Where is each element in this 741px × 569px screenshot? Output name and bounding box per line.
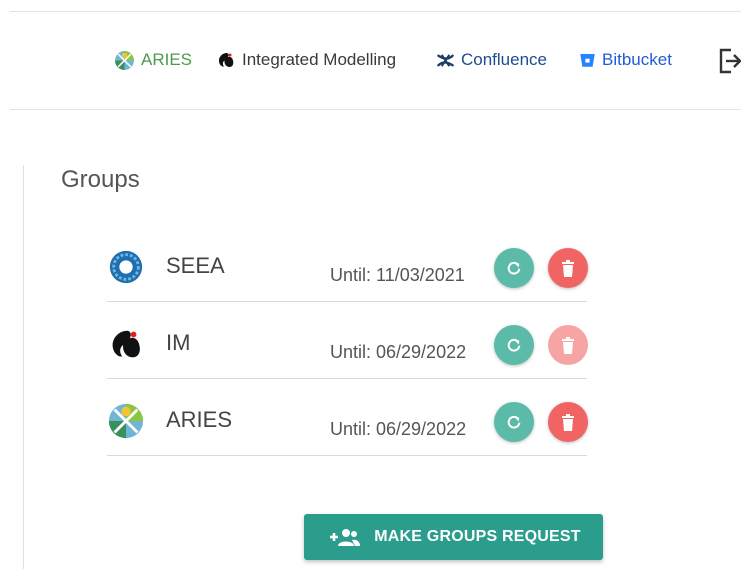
refresh-icon	[507, 415, 521, 429]
logout-button[interactable]	[718, 48, 741, 74]
nav-link-label: Confluence	[461, 50, 548, 69]
nav-divider	[10, 109, 741, 110]
im-logo-icon	[218, 53, 234, 67]
nav-link-aries[interactable]: ARIES	[114, 46, 192, 74]
nav-link-confluence[interactable]: Confluence	[436, 46, 547, 74]
group-row-seea: SEEA Until: 11/03/2021	[107, 224, 588, 302]
renew-button[interactable]	[494, 325, 534, 365]
group-name: ARIES	[166, 407, 233, 432]
group-row-aries: ARIES Until: 06/29/2022	[107, 378, 588, 456]
make-groups-request-button[interactable]: MAKE GROUPS REQUEST	[304, 514, 603, 560]
nav-link-label: Bitbucket	[602, 50, 672, 69]
trash-icon	[562, 413, 574, 431]
nav-link-bitbucket[interactable]: Bitbucket	[579, 46, 672, 74]
group-row-im: IM Until: 06/29/2022	[107, 301, 588, 379]
nav-link-integrated-modelling[interactable]: Integrated Modelling	[216, 46, 396, 74]
im-logo-icon	[112, 330, 140, 358]
nav-link-label: ARIES	[141, 50, 193, 69]
page-title: Groups	[61, 166, 140, 193]
aries-logo-icon	[115, 50, 134, 70]
seea-logo-icon	[109, 250, 143, 284]
bitbucket-icon	[580, 54, 595, 67]
group-until-date: Until: 11/03/2021	[330, 265, 465, 285]
top-nav: ARIES Integrated Modelling Confluence Bi…	[0, 46, 741, 74]
trash-icon	[562, 336, 574, 354]
renew-button[interactable]	[494, 248, 534, 288]
aries-logo-icon	[108, 403, 144, 439]
logout-icon	[719, 48, 741, 74]
content-border	[23, 165, 24, 569]
refresh-icon	[507, 338, 521, 352]
group-name: SEEA	[166, 253, 225, 278]
trash-icon	[562, 259, 574, 277]
confluence-icon	[437, 53, 454, 67]
group-name: IM	[166, 330, 191, 355]
nav-link-label: Integrated Modelling	[242, 50, 397, 69]
delete-button[interactable]	[548, 402, 588, 442]
top-divider	[10, 11, 741, 12]
request-button-label: MAKE GROUPS REQUEST	[374, 528, 581, 545]
renew-button[interactable]	[494, 402, 534, 442]
delete-button[interactable]	[548, 248, 588, 288]
delete-button-disabled	[548, 325, 588, 365]
refresh-icon	[507, 261, 521, 275]
group-until-date: Until: 06/29/2022	[330, 342, 467, 362]
group-until-date: Until: 06/29/2022	[330, 419, 467, 439]
add-group-icon	[330, 529, 361, 546]
